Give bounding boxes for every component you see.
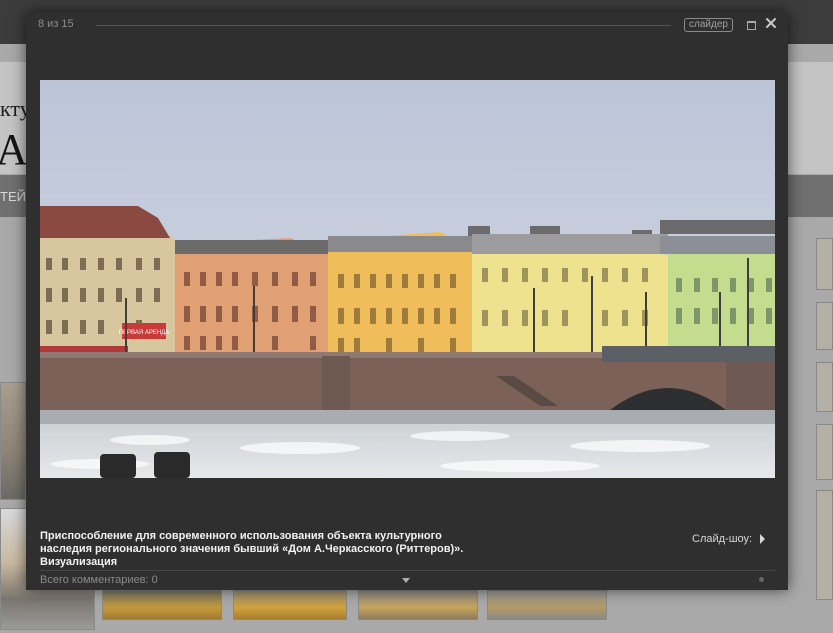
play-icon[interactable] bbox=[760, 534, 765, 544]
divider bbox=[40, 570, 775, 571]
background-thumbnail[interactable] bbox=[816, 424, 833, 480]
background-thumbnail[interactable] bbox=[102, 590, 222, 620]
background-thumbnail[interactable] bbox=[816, 302, 833, 350]
background-thumbnail[interactable] bbox=[358, 590, 478, 620]
background-thumbnail[interactable] bbox=[0, 382, 26, 500]
background-thumbnail[interactable] bbox=[487, 590, 607, 620]
slideshow-label[interactable]: Слайд-шоу: bbox=[692, 533, 752, 545]
maximize-icon[interactable] bbox=[747, 21, 756, 30]
background-nav-item: ТЕЙ bbox=[0, 189, 26, 204]
indicator-dot bbox=[759, 577, 764, 582]
comments-count[interactable]: Всего комментариев: 0 bbox=[40, 574, 158, 586]
chevron-down-icon[interactable] bbox=[402, 578, 410, 583]
lightbox-modal: 8 из 15 слайдер ПЕРВАЯ АРЕНДА Приспособл… bbox=[26, 12, 788, 590]
background-thumbnail[interactable] bbox=[233, 590, 347, 620]
divider bbox=[96, 25, 671, 26]
background-thumbnail[interactable] bbox=[816, 362, 833, 412]
slider-button[interactable]: слайдер bbox=[684, 18, 733, 32]
image-counter: 8 из 15 bbox=[38, 18, 74, 30]
background-thumbnail[interactable] bbox=[816, 238, 833, 290]
close-icon[interactable] bbox=[764, 16, 778, 30]
background-header-title: A bbox=[0, 125, 28, 174]
background-thumbnail[interactable] bbox=[816, 490, 833, 600]
photo-canvas: ПЕРВАЯ АРЕНДА bbox=[40, 80, 775, 478]
gallery-photo[interactable]: ПЕРВАЯ АРЕНДА bbox=[40, 80, 775, 478]
photo-caption: Приспособление для современного использо… bbox=[40, 530, 464, 568]
